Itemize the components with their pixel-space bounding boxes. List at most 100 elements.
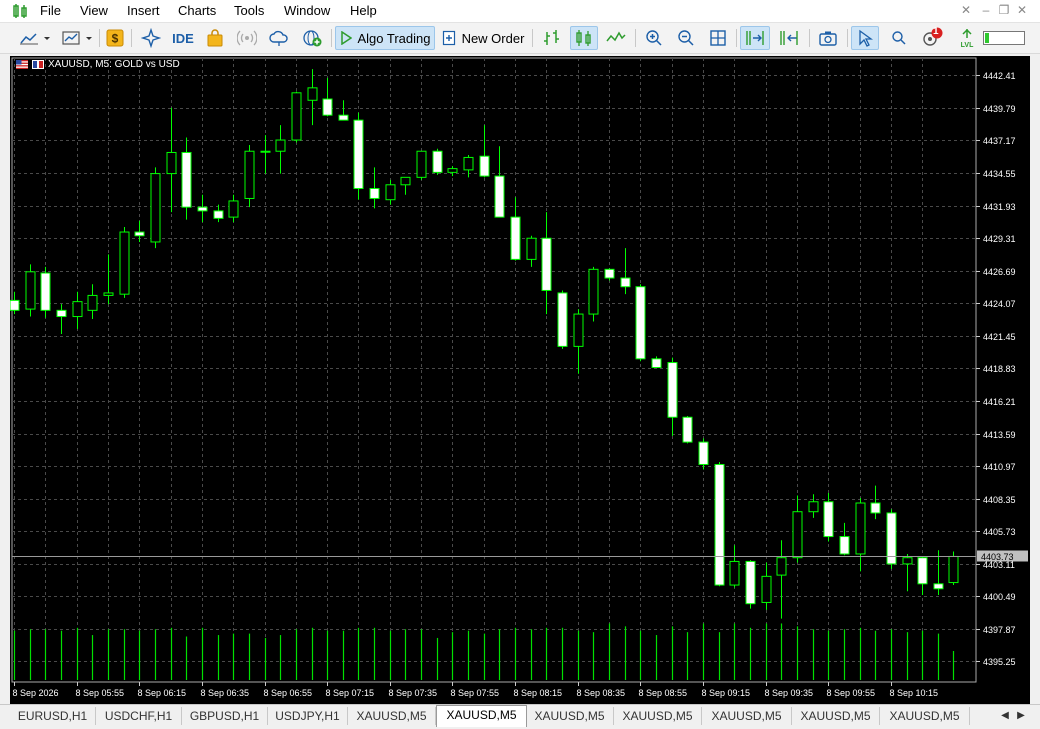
signal-broadcast-button[interactable] [234,26,260,50]
current-price-label: 4403.73 [981,552,1014,562]
vps-button[interactable] [266,26,292,50]
close-icon[interactable]: ✕ [1014,2,1030,18]
search-button[interactable] [886,26,912,50]
y-tick-label: 4429.31 [983,234,1016,244]
sparkle-icon [141,28,161,48]
candle-body [667,362,678,418]
level-icon: LVL [961,28,974,48]
restore-icon[interactable]: ❐ [996,2,1012,18]
x-tick-label: 8 Sep 07:15 [326,688,375,698]
y-tick-label: 4426.69 [983,267,1016,277]
add-market-button[interactable] [298,26,326,50]
chart-tab[interactable]: XAUUSD,M5 [348,707,436,725]
bar-chart-button[interactable] [538,26,566,50]
candle-body [604,268,615,279]
ide-button[interactable]: IDE [168,26,198,50]
menu-tools[interactable]: Tools [234,3,264,19]
line-chart-icon [20,33,50,45]
chart-tab[interactable]: XAUUSD,M5 [792,707,880,725]
y-tick-label: 4410.97 [983,462,1016,472]
chart-title: XAUUSD, M5: GOLD vs USD [16,59,180,70]
candle-body [307,87,318,101]
candle-body [635,286,646,360]
candle-body [902,557,913,565]
signals-button[interactable] [138,26,164,50]
tile-windows-button[interactable] [705,26,731,50]
y-tick-label: 4397.87 [983,625,1016,635]
templates-dropdown[interactable] [58,26,96,50]
cloud-icon [269,30,288,46]
screenshot-button[interactable] [814,26,842,50]
y-tick-label: 4442.41 [983,71,1016,81]
candle-body [463,156,474,171]
chart-tab[interactable]: XAUUSD,M5 [526,707,614,725]
chart-tab[interactable]: XAUUSD,M5 [880,707,970,725]
candle-body [557,292,568,347]
y-tick-label: 4416.21 [983,397,1016,407]
market-button[interactable]: $ [104,26,126,50]
cursor-button[interactable] [851,26,879,50]
zoom-in-button[interactable] [641,26,667,50]
candle-body [541,237,552,291]
chart-tab[interactable]: USDJPY,H1 [268,707,348,725]
menu-help[interactable]: Help [350,3,377,19]
chart-type-dropdown[interactable] [16,26,54,50]
candle-body [166,151,177,175]
level-button[interactable]: LVL [954,26,980,50]
chart-tab[interactable]: EURUSD,H1 [10,707,96,725]
svg-text:LVL: LVL [961,42,974,48]
tab-scroll-left-icon[interactable]: ◀ [998,708,1012,724]
line-chart-button[interactable] [602,26,630,50]
chart-window[interactable]: 4442.41 4439.79 4437.17 4434.55 4431.93 4429.… [10,56,1030,704]
toolbar: $ IDE Algo Trading New Order 1 LVL [0,23,1040,54]
candle-body [260,150,271,153]
x-tick-label: 8 Sep 05:55 [76,688,125,698]
menu-window[interactable]: Window [284,3,330,19]
notifications-button[interactable]: 1 [918,26,946,50]
grid-icon [710,30,726,46]
connection-status-bar[interactable] [982,26,1026,50]
candle-body [385,184,396,201]
chart-tab[interactable]: GBPUSD,H1 [182,707,268,725]
y-tick-label: 4434.55 [983,169,1016,179]
tab-scroll-right-icon[interactable]: ▶ [1014,708,1028,724]
market-bag-button[interactable] [202,26,228,50]
chart-tab[interactable]: XAUUSD,M5 [702,707,792,725]
menu-charts[interactable]: Charts [178,3,216,19]
notification-bell-icon [923,27,943,46]
dollar-icon: $ [106,29,124,47]
y-tick-label: 4439.79 [983,104,1016,114]
x-tick-label: 8 Sep 07:35 [389,688,438,698]
chart-tab[interactable]: XAUUSD,M5 [614,707,702,725]
candle-body [588,268,599,315]
minimize-icon[interactable]: – [978,2,994,18]
candle-body [40,272,51,311]
usd-flag-icon [16,60,28,69]
candle-body [933,583,944,590]
candle-body [870,502,881,514]
zoom-out-button[interactable] [673,26,699,50]
line-chart-icon [606,31,626,42]
menu-file[interactable]: File [40,3,61,19]
shopping-bag-icon [207,29,223,47]
chart-tab[interactable]: USDCHF,H1 [96,707,182,725]
candle-body [479,155,490,177]
candle-body [792,511,803,559]
menu-insert[interactable]: Insert [127,3,160,19]
algo-trading-button[interactable]: Algo Trading [335,26,435,50]
candle-body [526,237,537,260]
pin-icon[interactable]: ✕ [958,2,974,18]
chart-shift-button[interactable] [774,26,804,50]
candlestick-icon [576,30,591,46]
candlestick-chart[interactable]: 4442.41 4439.79 4437.17 4434.55 4431.93 4429.… [10,56,1030,704]
candle-body [651,358,662,369]
candle-body [134,231,145,237]
candlestick-button[interactable] [570,26,598,50]
chart-tab[interactable]: XAUUSD,M5 [436,705,527,727]
menu-view[interactable]: View [80,3,108,19]
candle-body [228,200,239,218]
candle-body [714,463,725,586]
gold-symbol-icon [32,60,44,69]
new-order-button[interactable]: New Order [440,26,526,50]
autoscroll-button[interactable] [740,26,770,50]
